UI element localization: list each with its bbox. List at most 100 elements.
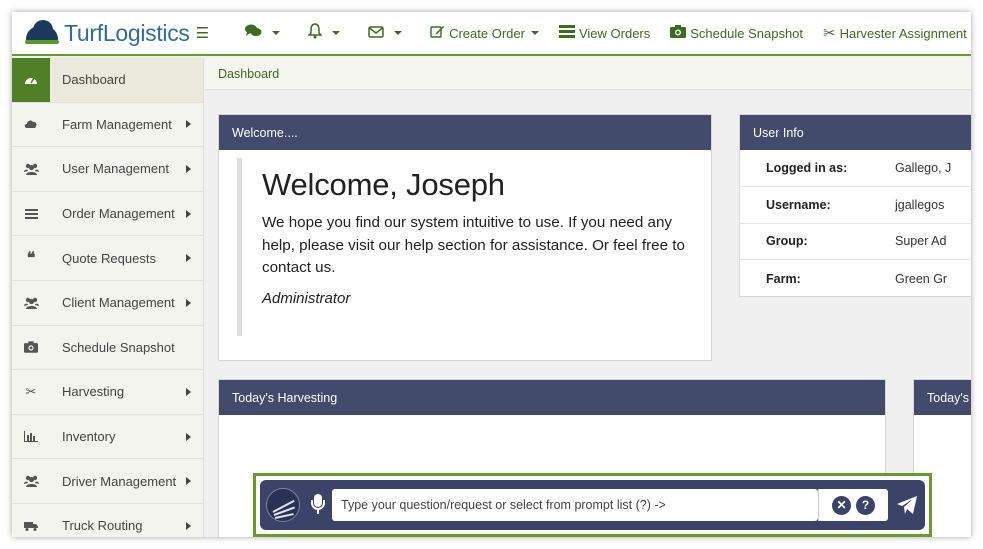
- chevron-right-icon: [186, 387, 191, 396]
- dashboard-icon: [12, 58, 50, 102]
- brand-name-part2: Logistics: [102, 19, 190, 46]
- user-info-row: Group: Super Ad: [740, 224, 971, 261]
- prompt-list-help-button[interactable]: ?: [856, 495, 875, 515]
- user-info-value: Gallego, J: [895, 160, 952, 175]
- user-info-key: Farm:: [766, 271, 801, 286]
- chevron-right-icon: [186, 521, 191, 530]
- sidebar-item-label: Schedule Snapshot: [62, 339, 175, 355]
- sidebar-item-truck-routing[interactable]: Truck Routing: [12, 504, 203, 537]
- comments-icon: [245, 24, 262, 42]
- sidebar: Dashboard Farm Management User Managemen…: [12, 58, 204, 537]
- assistant-bar: ✕ ?: [253, 473, 932, 537]
- sidebar-item-label: Truck Routing: [62, 518, 143, 534]
- harvester-assignment-link[interactable]: ✂ Harvester Assignment: [813, 12, 971, 54]
- sidebar-item-label: Driver Management: [62, 473, 177, 489]
- sidebar-item-label: Inventory: [62, 429, 116, 445]
- sidebar-item-label: Farm Management: [62, 116, 172, 132]
- create-order-label: Create Order: [449, 25, 525, 41]
- user-info-key: Group:: [766, 234, 808, 249]
- sidebar-item-schedule-snapshot[interactable]: Schedule Snapshot: [12, 326, 203, 371]
- edit-icon: [430, 24, 445, 42]
- chevron-right-icon: [186, 254, 191, 263]
- sidebar-item-label: Dashboard: [62, 72, 126, 88]
- sidebar-item-dashboard[interactable]: Dashboard: [12, 58, 203, 103]
- welcome-panel-header: Welcome....: [219, 115, 711, 150]
- assistant-panel: ✕ ?: [260, 480, 925, 530]
- clear-button[interactable]: ✕: [832, 495, 851, 515]
- schedule-snapshot-link[interactable]: Schedule Snapshot: [660, 12, 813, 54]
- send-icon[interactable]: [896, 495, 918, 515]
- welcome-signature: Administrator: [262, 289, 351, 307]
- bar-chart-icon: [12, 415, 50, 459]
- view-orders-link[interactable]: View Orders: [549, 12, 660, 54]
- cloud-logo-icon: [24, 20, 60, 46]
- user-info-key: Logged in as:: [766, 160, 848, 175]
- sidebar-item-order-management[interactable]: Order Management: [12, 192, 203, 237]
- todays-harvesting-header: Today's Harvesting: [219, 380, 885, 415]
- sidebar-item-label: Quote Requests: [62, 250, 156, 266]
- welcome-panel: Welcome.... Welcome, Joseph We hope you …: [218, 114, 712, 361]
- breadcrumb-item-dashboard[interactable]: Dashboard: [218, 67, 279, 81]
- welcome-title: Welcome, Joseph: [262, 167, 505, 202]
- chevron-right-icon: [186, 477, 191, 486]
- chevron-right-icon: [186, 209, 191, 218]
- list-icon: [12, 192, 50, 236]
- list-icon: [558, 24, 575, 42]
- assistant-input[interactable]: [332, 489, 818, 521]
- microphone-icon[interactable]: [311, 494, 325, 516]
- sidebar-item-farm-management[interactable]: Farm Management: [12, 103, 203, 148]
- truck-icon: [12, 504, 50, 537]
- camera-icon: [12, 326, 50, 370]
- create-order-dropdown[interactable]: Create Order: [420, 12, 549, 54]
- chevron-right-icon: [186, 298, 191, 307]
- user-info-row: Logged in as: Gallego, J: [740, 150, 971, 187]
- sidebar-item-label: Harvesting: [62, 384, 125, 400]
- menu-toggle-button[interactable]: ☰: [190, 12, 235, 54]
- user-info-row: Farm: Green Gr: [740, 260, 971, 297]
- user-info-header: User Info: [740, 115, 971, 150]
- app-window: TurfLogistics ☰ Create Order View Orders…: [12, 12, 971, 537]
- main-content: Dashboard Welcome.... Welcome, Joseph We…: [205, 58, 971, 537]
- quote-icon: ❝: [26, 250, 36, 268]
- schedule-snapshot-label: Schedule Snapshot: [690, 25, 804, 41]
- assistant-buttons: ✕ ?: [818, 489, 888, 521]
- chevron-right-icon: [186, 164, 191, 173]
- chat-dropdown[interactable]: [235, 12, 298, 54]
- view-orders-label: View Orders: [578, 25, 651, 41]
- users-icon: [12, 281, 50, 325]
- user-info-panel: User Info Logged in as: Gallego, J Usern…: [739, 114, 971, 297]
- breadcrumb: Dashboard: [205, 58, 971, 90]
- scissors-icon: ✂: [823, 25, 836, 42]
- harvester-assignment-label: Harvester Assignment: [839, 25, 967, 41]
- envelope-icon: [368, 25, 384, 42]
- bell-icon: [307, 23, 323, 43]
- nav-items: ☰ Create Order View Orders Schedule Snap…: [190, 12, 971, 54]
- scissors-icon: ✂: [25, 383, 37, 399]
- sidebar-item-label: User Management: [62, 161, 169, 177]
- brand-logo[interactable]: TurfLogistics: [12, 12, 190, 54]
- chevron-down-icon: [394, 31, 403, 35]
- user-info-row: Username: jgallegos: [740, 187, 971, 224]
- sidebar-item-inventory[interactable]: Inventory: [12, 415, 203, 460]
- notifications-dropdown[interactable]: [298, 12, 358, 54]
- top-navbar: TurfLogistics ☰ Create Order View Orders…: [12, 12, 971, 56]
- sidebar-item-driver-management[interactable]: Driver Management: [12, 459, 203, 504]
- users-icon: [12, 147, 50, 191]
- sidebar-item-quote-requests[interactable]: ❝ Quote Requests: [12, 236, 203, 281]
- hamburger-icon: ☰: [195, 25, 210, 42]
- user-info-value: Green Gr: [895, 271, 948, 286]
- sidebar-item-client-management[interactable]: Client Management: [12, 281, 203, 326]
- user-info-key: Username:: [766, 197, 831, 212]
- sidebar-item-harvesting[interactable]: ✂ Harvesting: [12, 370, 203, 415]
- welcome-message: We hope you find our system intuitive to…: [262, 214, 685, 276]
- sidebar-item-label: Order Management: [62, 206, 175, 222]
- chevron-down-icon: [272, 31, 281, 35]
- welcome-quote: Welcome, Joseph We hope you find our sys…: [237, 158, 697, 336]
- camera-icon: [670, 24, 687, 42]
- messages-dropdown[interactable]: [358, 12, 420, 54]
- assistant-logo-icon: [266, 488, 300, 522]
- sidebar-item-user-management[interactable]: User Management: [12, 147, 203, 192]
- user-info-value: jgallegos: [895, 197, 945, 212]
- users-icon: [12, 459, 50, 503]
- chevron-down-icon: [332, 31, 341, 35]
